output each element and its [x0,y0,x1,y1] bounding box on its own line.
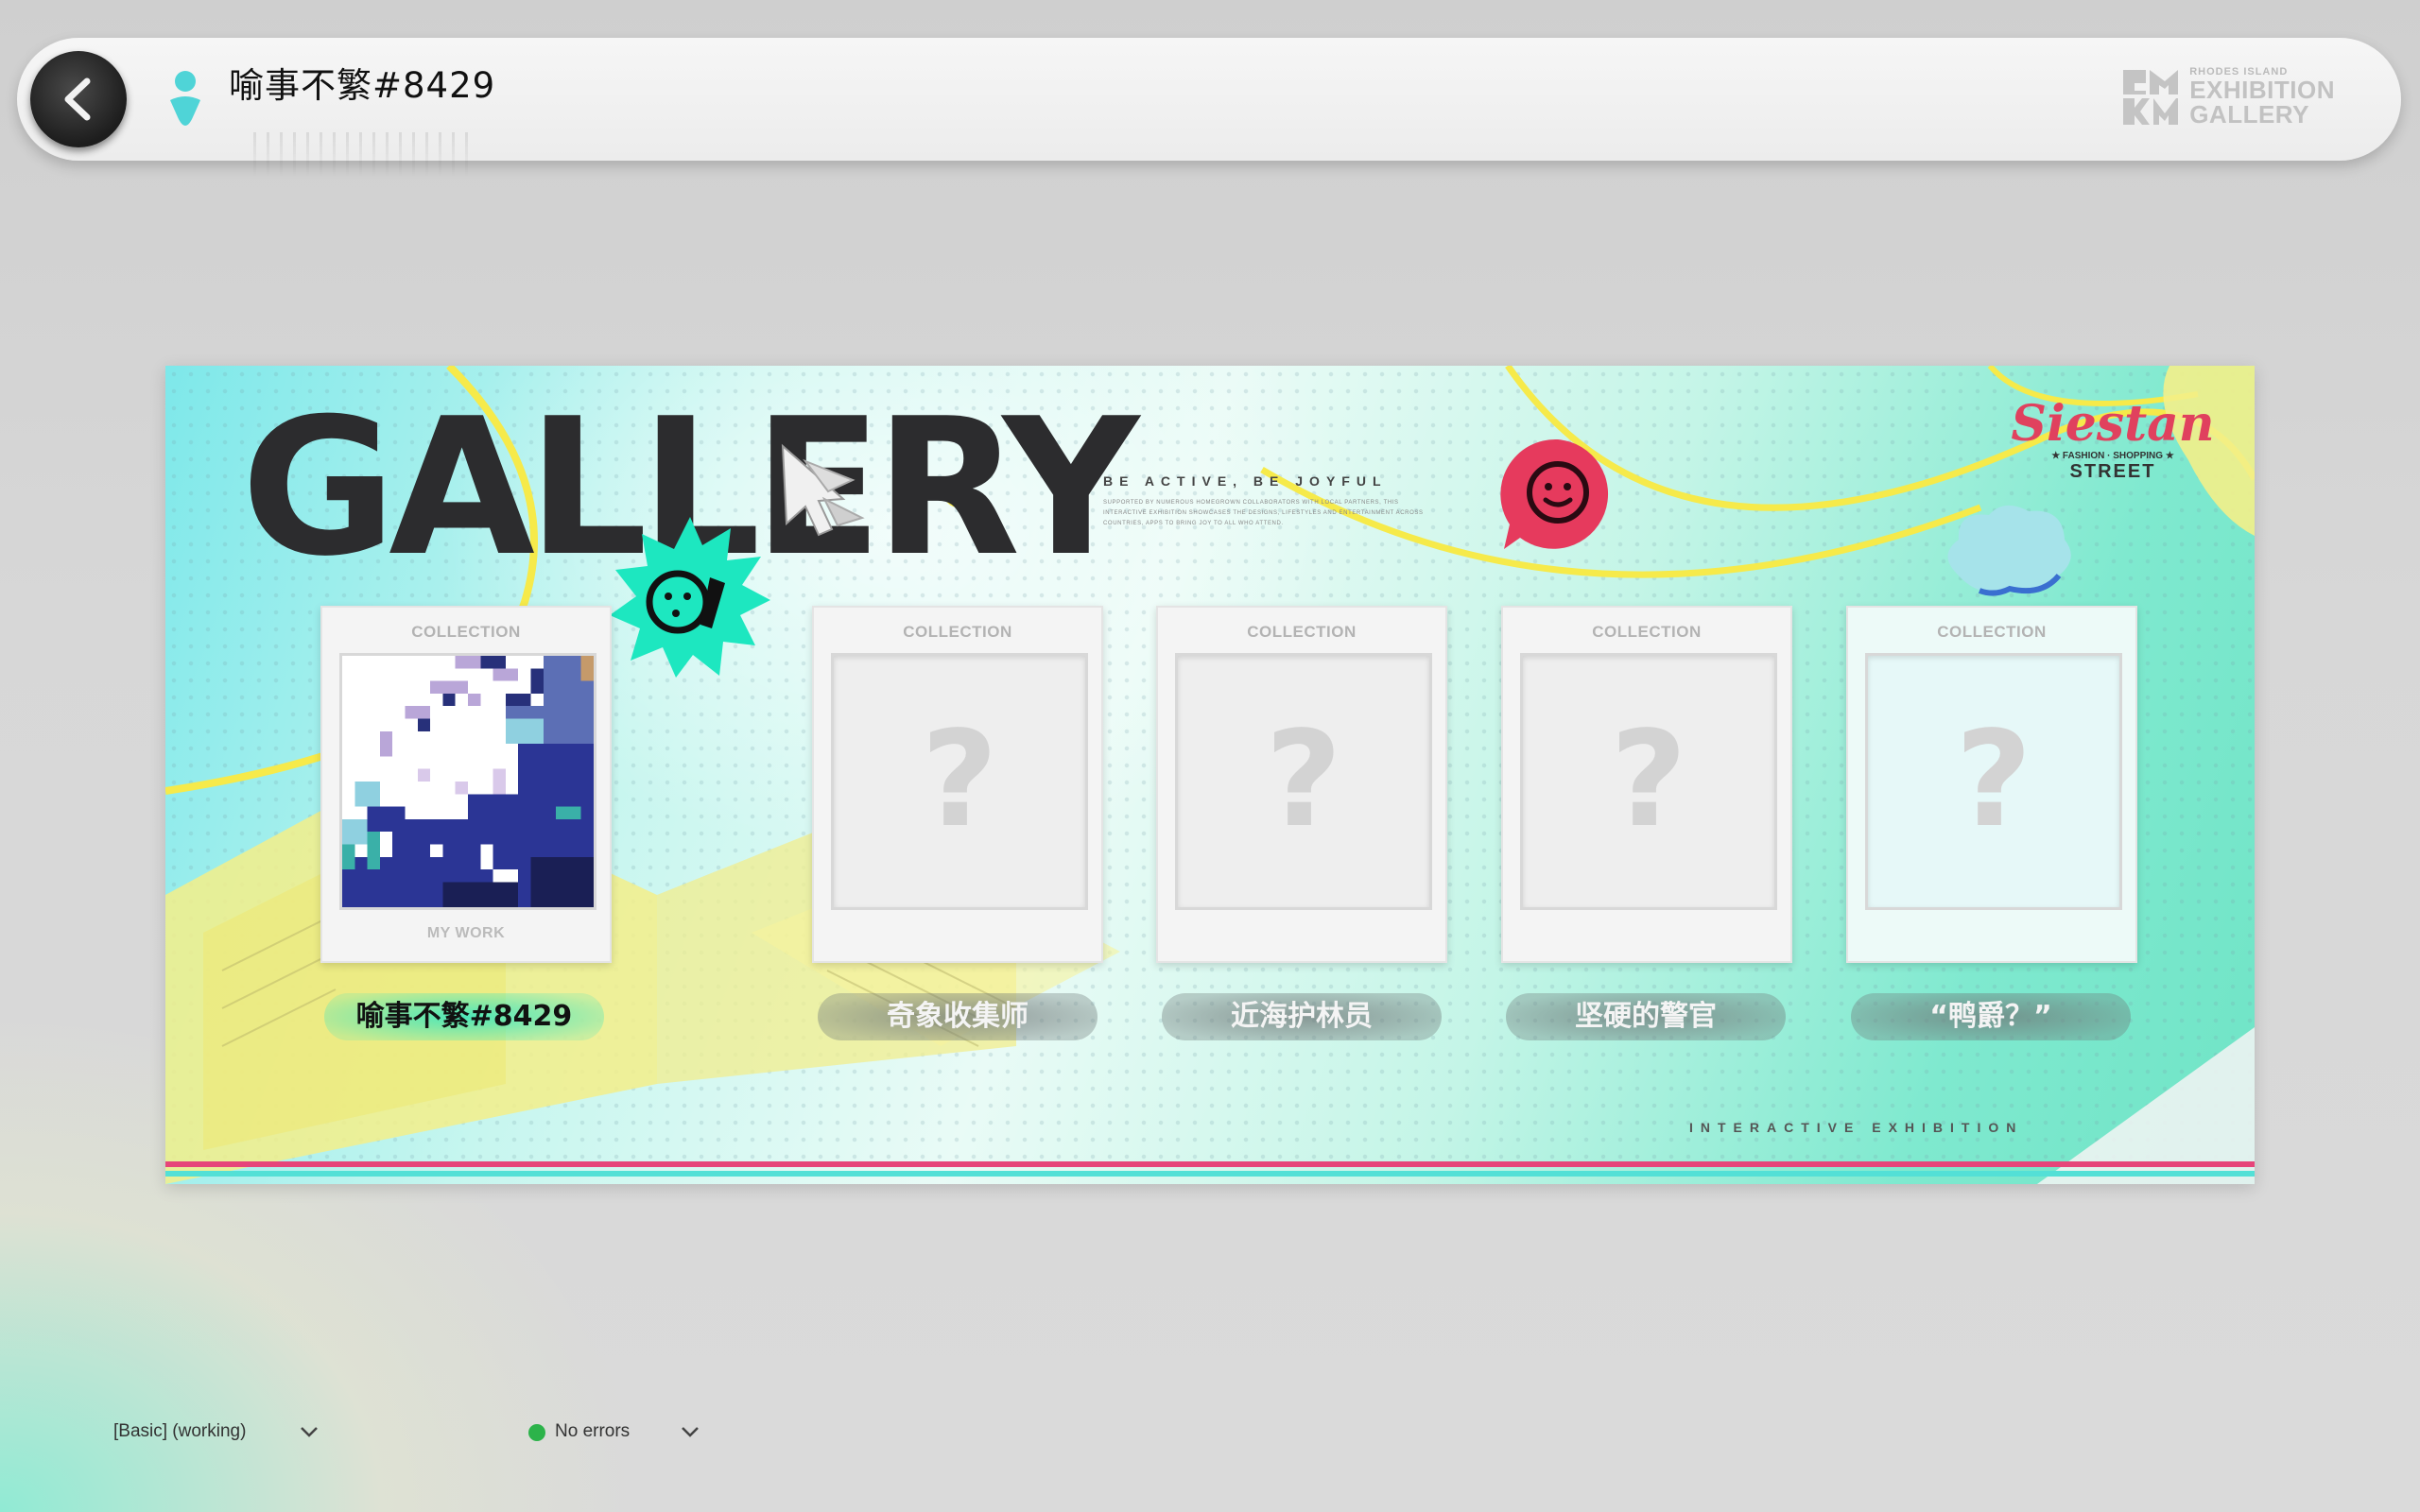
card-label-1[interactable]: 奇象收集师 [818,993,1098,1040]
smiley-pencil-badge-icon [610,517,770,678]
back-button[interactable] [30,51,127,147]
collection-card-mywork[interactable]: COLLECTION MY WORK [320,606,612,963]
profile-status[interactable]: [Basic] (working) [113,1421,246,1442]
card-header: COLLECTION [903,623,1012,641]
siestan-logo: Siestan ★ FASHION · SHOPPING ★ STREET [2009,400,2217,483]
name-decoration [253,132,471,178]
teal-stripe [165,1171,2255,1177]
person-icon [170,71,200,126]
brand-line1: EXHIBITION [2189,75,2335,104]
error-status[interactable]: No errors [555,1421,630,1442]
brand-line2: GALLERY [2189,99,2309,129]
locked-image: ? [1175,653,1432,910]
collection-card-locked-2[interactable]: COLLECTION ? [1156,606,1447,963]
card-header: COLLECTION [1247,623,1357,641]
question-mark-icon: ? [921,703,998,857]
locked-image: ? [1865,653,2122,910]
player-name: 喻事不繁#8429 [229,65,496,106]
smiley-chat-bubble-icon[interactable] [1496,434,1619,557]
collection-card-locked-1[interactable]: COLLECTION ? [812,606,1103,963]
fineprint: SUPPORTED BY NUMEROUS HOMEGROWN COLLABOR… [1103,500,1424,526]
exhibition-gallery-logo: RHODES ISLAND EXHIBITION GALLERY [2121,66,2335,127]
question-mark-icon: ? [1610,703,1687,857]
cloud-icon [1947,505,2071,596]
siestan-street: STREET [2069,461,2156,482]
card-header: COLLECTION [1592,623,1702,641]
card-header: COLLECTION [1937,623,2047,641]
brand-mark-icon [2123,70,2179,125]
question-mark-icon: ? [1955,703,2032,857]
chevron-down-icon[interactable] [299,1421,320,1442]
status-ok-dot [528,1424,545,1441]
card-label-3[interactable]: 坚硬的警官 [1506,993,1786,1040]
card-label-4[interactable]: “鸭爵？” [1851,993,2131,1040]
interactive-exhibition-text: INTERACTIVE EXHIBITION [1689,1120,2024,1135]
chevron-down-icon[interactable] [680,1421,700,1442]
card-header: COLLECTION [411,623,521,641]
card-label-player[interactable]: 喻事不繁#8429 [324,993,604,1040]
pixel-art-wave-image [339,653,596,910]
tagline: BE ACTIVE, BE JOYFUL [1103,473,1388,489]
gallery-banner: GALLERY BE ACTIVE, BE JOYFUL SUPPORTED B… [165,366,2255,1184]
collection-card-locked-4[interactable]: COLLECTION ? [1846,606,2137,963]
collection-card-locked-3[interactable]: COLLECTION ? [1501,606,1792,963]
cursor-icon [781,443,865,537]
locked-image: ? [831,653,1088,910]
chevron-left-icon [64,77,91,121]
card-label-2[interactable]: 近海护林员 [1162,993,1442,1040]
siestan-wordmark: Siestan [2011,395,2215,453]
pink-stripe [165,1161,2255,1167]
top-bar: 喻事不繁#8429 RHODES ISLAND EXHIBITION GALLE… [17,38,2401,178]
question-mark-icon: ? [1265,703,1342,857]
card-footer: MY WORK [426,925,506,941]
locked-image: ? [1520,653,1777,910]
